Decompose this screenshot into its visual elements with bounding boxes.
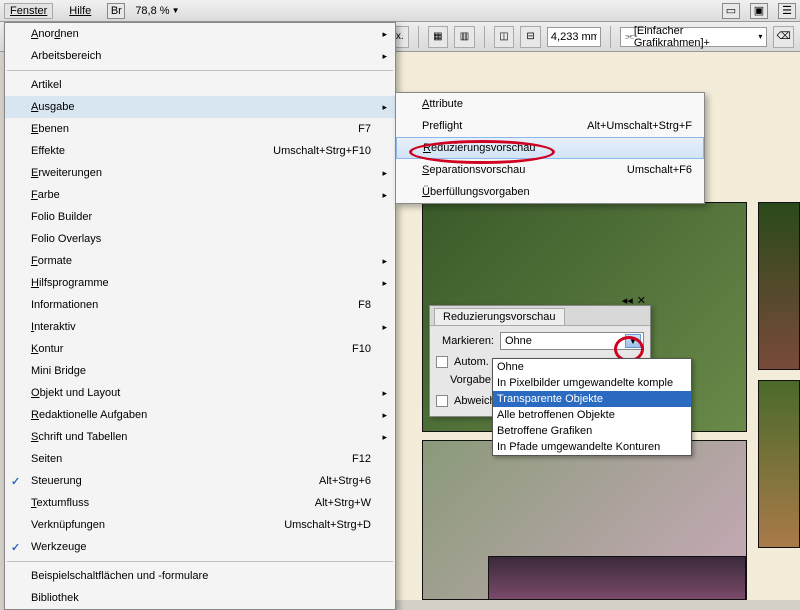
placed-image[interactable]: [758, 202, 800, 370]
mi-redaktionell[interactable]: Redaktionelle Aufgaben▸: [5, 404, 395, 426]
dd-betroffene-objekte[interactable]: Alle betroffenen Objekte: [493, 407, 691, 423]
zoom-level[interactable]: 78,8 %▼: [135, 5, 179, 17]
markieren-dropdown: Ohne In Pixelbilder umgewandelte komple …: [492, 358, 692, 456]
ausgabe-submenu: Attribute PreflightAlt+Umschalt+Strg+F R…: [395, 92, 705, 204]
mi-kontur[interactable]: KonturF10: [5, 338, 395, 360]
mi-erweiterungen[interactable]: Erweiterungen▸: [5, 162, 395, 184]
markieren-label: Markieren:: [436, 335, 494, 347]
panel-tab[interactable]: Reduzierungsvorschau: [434, 308, 565, 325]
dd-pixelbilder[interactable]: In Pixelbilder umgewandelte komple: [493, 375, 691, 391]
screen-mode-icon[interactable]: ▭: [722, 3, 740, 19]
mi-anordnen[interactable]: Anordnen▸: [5, 23, 395, 45]
mi-werkzeuge[interactable]: ✓Werkzeuge: [5, 536, 395, 558]
mi-formate[interactable]: Formate▸: [5, 250, 395, 272]
mi-hilfsprogramme[interactable]: Hilfsprogramme▸: [5, 272, 395, 294]
smi-preflight[interactable]: PreflightAlt+Umschalt+Strg+F: [396, 115, 704, 137]
object-style-select[interactable]: ⫘ [Einfacher Grafikrahmen]+ ▾: [620, 27, 768, 47]
dropdown-arrow-icon[interactable]: ▼: [625, 334, 641, 348]
mi-textumfluss[interactable]: TextumflussAlt+Strg+W: [5, 492, 395, 514]
menubar: Fenster Hilfe Br 78,8 %▼ ▭ ▣ ☰: [0, 0, 800, 22]
autom-label: Autom.: [454, 356, 489, 368]
stroke-weight-field[interactable]: [547, 27, 601, 47]
mi-artikel[interactable]: Artikel: [5, 74, 395, 96]
abweich-checkbox[interactable]: [436, 395, 448, 407]
chain-icon: ⫘: [625, 31, 634, 42]
dd-pfade[interactable]: In Pfade umgewandelte Konturen: [493, 439, 691, 455]
clear-override-icon[interactable]: ⌫: [773, 26, 794, 48]
mi-steuerung[interactable]: ✓SteuerungAlt+Strg+6: [5, 470, 395, 492]
menu-fenster[interactable]: Fenster: [4, 3, 53, 19]
mi-foliooverlays[interactable]: Folio Overlays: [5, 228, 395, 250]
stroke-icon[interactable]: ⊟: [520, 26, 541, 48]
view-icon[interactable]: ▣: [750, 3, 768, 19]
mi-farbe[interactable]: Farbe▸: [5, 184, 395, 206]
mi-ebenen[interactable]: EbenenF7: [5, 118, 395, 140]
abweich-label: Abweich: [454, 395, 496, 407]
mi-interaktiv[interactable]: Interaktiv▸: [5, 316, 395, 338]
crop-icon[interactable]: ◫: [494, 26, 515, 48]
mi-bibliothek[interactable]: Bibliothek: [5, 587, 395, 609]
menu-hilfe[interactable]: Hilfe: [63, 3, 97, 19]
vorgabe-label: Vorgabe:: [436, 374, 494, 386]
dd-transparente[interactable]: Transparente Objekte: [493, 391, 691, 407]
mi-foliobuilder[interactable]: Folio Builder: [5, 206, 395, 228]
mi-beispiel[interactable]: Beispielschaltflächen und -formulare: [5, 565, 395, 587]
mi-objektlayout[interactable]: Objekt und Layout▸: [5, 382, 395, 404]
mi-seiten[interactable]: SeitenF12: [5, 448, 395, 470]
placed-image[interactable]: [488, 556, 746, 600]
markieren-select[interactable]: Ohne▼: [500, 332, 644, 350]
mi-effekte[interactable]: EffekteUmschalt+Strg+F10: [5, 140, 395, 162]
mi-schrift[interactable]: Schrift und Tabellen▸: [5, 426, 395, 448]
bridge-icon[interactable]: Br: [107, 3, 125, 19]
smi-separationsvorschau[interactable]: SeparationsvorschauUmschalt+F6: [396, 159, 704, 181]
mi-informationen[interactable]: InformationenF8: [5, 294, 395, 316]
mi-ausgabe[interactable]: Ausgabe▸: [5, 96, 395, 118]
text-wrap-icon[interactable]: ▦: [428, 26, 449, 48]
dd-betroffene-grafiken[interactable]: Betroffene Grafiken: [493, 423, 691, 439]
dd-ohne[interactable]: Ohne: [493, 359, 691, 375]
smi-attribute[interactable]: Attribute: [396, 93, 704, 115]
smi-ueberfuellungsvorgaben[interactable]: Überfüllungsvorgaben: [396, 181, 704, 203]
placed-image[interactable]: [758, 380, 800, 548]
mi-arbeitsbereich[interactable]: Arbeitsbereich▸: [5, 45, 395, 67]
mi-verknuepfungen[interactable]: VerknüpfungenUmschalt+Strg+D: [5, 514, 395, 536]
smi-reduzierungsvorschau[interactable]: Reduzierungsvorschau: [396, 137, 704, 159]
mi-minibridge[interactable]: Mini Bridge: [5, 360, 395, 382]
arrange-icon[interactable]: ☰: [778, 3, 796, 19]
fenster-menu: Anordnen▸ Arbeitsbereich▸ Artikel Ausgab…: [4, 22, 396, 610]
text-wrap2-icon[interactable]: ▥: [454, 26, 475, 48]
autom-checkbox[interactable]: [436, 356, 448, 368]
